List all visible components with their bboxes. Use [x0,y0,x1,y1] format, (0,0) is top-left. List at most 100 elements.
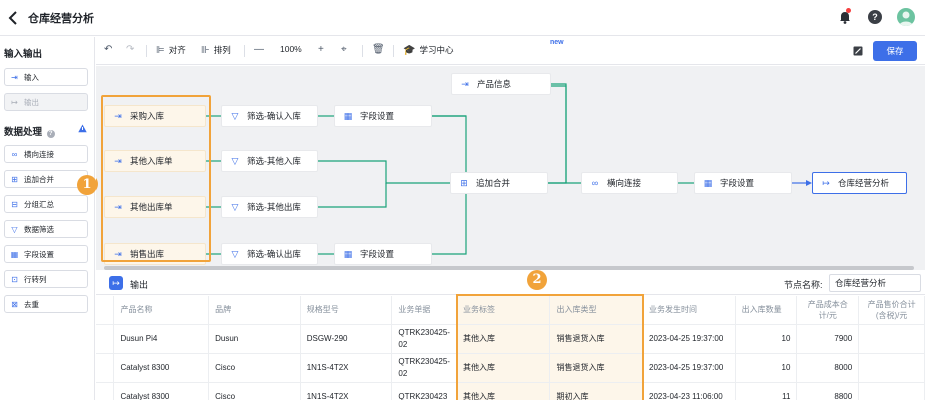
table-cell: 1N1S-4T2X [300,353,393,383]
flow-node-filter-confirm-out[interactable]: ▽ 筛选-确认出库 [221,243,318,265]
input-icon: ⇥ [114,155,122,166]
flow-node-purchase-in[interactable]: ⇥ 采购入库 [104,105,206,127]
app-header: 仓库经营分析 ? [0,0,925,36]
preview-icon[interactable] [853,46,863,56]
flow-node-product-info[interactable]: ⇥ 产品信息 [451,73,551,95]
output-icon: ↦ [109,276,123,290]
row-gutter [96,324,115,354]
toolbar-divider [362,45,363,57]
node-palette-sidebar: 输入输出 ⇥ 输入 ↦ 输出 数据处理 ? ∞ 横向连接 ⊞ 追加合并 ⊟ 分组… [0,37,95,400]
trash-icon: 🗑 [372,44,385,55]
flow-node-output[interactable]: ↦ 仓库经营分析 [812,172,907,194]
undo-button[interactable]: ↶ [104,44,112,55]
palette-item-append[interactable]: ⊞ 追加合并 [4,170,88,188]
help-icon[interactable]: ? [868,10,882,24]
input-icon: ⇥ [11,72,18,82]
flow-node-filter-other-out[interactable]: ▽ 筛选-其他出库 [221,196,318,218]
flow-node-append[interactable]: ⊞ 追加合并 [450,172,548,194]
back-arrow-icon[interactable] [6,9,22,27]
flow-node-other-out[interactable]: ⇥ 其他出库单 [104,196,206,218]
minus-icon: — [254,44,264,55]
column-header[interactable]: 出入库类型 [549,296,643,325]
flow-canvas[interactable]: ⇥ 采购入库 ⇥ 其他入库单 ⇥ 其他出库单 ⇥ 销售出库 ▽ 筛选-确认入库 ▽ 筛选-其… [96,66,925,270]
table-icon: ▦ [343,248,353,259]
column-header[interactable]: 业务标签 [456,296,551,325]
notification-dot [846,8,851,13]
align-button[interactable]: ⊫ 对齐 [156,44,186,56]
node-name-input[interactable] [829,274,921,292]
table-cell: Cisco [208,382,301,400]
table-cell: 销售退货入库 [549,353,643,383]
preview-table: 产品名称 品牌 规格型号 业务单据 业务标签 出入库类型 业务发生时间 出入库数… [96,296,925,400]
flow-node-filter-other-in[interactable]: ▽ 筛选-其他入库 [221,150,318,172]
flow-node-field-settings-1[interactable]: ▦ 字段设置 [334,105,432,127]
zoom-out-button[interactable]: — [254,44,264,55]
join-icon: ∞ [591,178,599,188]
zoom-level: 100% [280,44,302,54]
horizontal-scrollbar[interactable] [104,266,914,270]
palette-item-filter[interactable]: ▽ 数据筛选 [4,220,88,238]
column-header[interactable]: 产品成本合计/元 [796,296,860,325]
save-button[interactable]: 保存 [873,41,917,61]
learning-center-button[interactable]: 🎓 学习中心 [403,44,453,56]
input-icon: ⇥ [461,78,469,89]
plus-icon: + [318,44,324,55]
table-cell [858,324,925,354]
table-cell: 其他入库 [456,353,551,383]
filter-icon: ▽ [11,224,18,234]
column-header[interactable]: 业务发生时间 [642,296,736,325]
palette-item-input[interactable]: ⇥ 输入 [4,68,88,86]
table-cell: 2023-04-25 19:37:00 [642,353,736,383]
column-header[interactable]: 业务单据 [391,296,457,325]
warning-icon[interactable] [78,124,87,133]
palette-item-field-settings[interactable]: ▦ 字段设置 [4,245,88,263]
flow-node-field-settings-5[interactable]: ▦ 字段设置 [694,172,792,194]
palette-item-output[interactable]: ↦ 输出 [4,93,88,111]
section-title-process: 数据处理 ? [4,124,55,138]
page-title: 仓库经营分析 [28,13,94,25]
palette-item-join[interactable]: ∞ 横向连接 [4,145,88,163]
table-cell: 10 [735,353,798,383]
node-name-label: 节点名称: [784,280,823,290]
palette-item-group[interactable]: ⊟ 分组汇总 [4,195,88,213]
flow-node-field-settings-4[interactable]: ▦ 字段设置 [334,243,432,265]
join-icon: ∞ [11,149,18,159]
delete-button[interactable]: 🗑 [372,44,385,55]
flow-node-sales-out[interactable]: ⇥ 销售出库 [104,243,206,265]
flow-node-other-in[interactable]: ⇥ 其他入库单 [104,150,206,172]
table-cell: Dusun Pi4 [113,324,210,354]
input-icon: ⇥ [114,110,122,121]
column-header[interactable]: 产品售价合计(含税)/元 [858,296,925,325]
table-cell: 2023-04-25 19:37:00 [642,324,736,354]
table-cell: 7900 [796,324,860,354]
column-header[interactable]: 产品名称 [113,296,210,325]
table-header-row: 产品名称 品牌 规格型号 业务单据 业务标签 出入库类型 业务发生时间 出入库数… [96,296,925,325]
fit-view-button[interactable]: ⌖ [341,44,347,55]
palette-item-dedupe[interactable]: ⊠ 去重 [4,295,88,313]
input-icon: ⇥ [114,201,122,212]
flow-node-join[interactable]: ∞ 横向连接 [581,172,678,194]
zoom-in-button[interactable]: + [318,44,324,55]
annotation-badge-1: 1 [77,175,97,195]
column-header[interactable]: 品牌 [208,296,301,325]
group-icon: ⊟ [11,199,18,209]
column-header[interactable]: 出入库数量 [735,296,798,325]
table-cell: Catalyst 8300 [113,382,210,400]
table-row: Dusun Pi4 Dusun DSGW-290 QTRK230425-02 其… [96,324,925,354]
table-cell: 其他入库 [456,324,551,354]
table-cell: Cisco [208,353,301,383]
data-table: 产品名称 品牌 规格型号 业务单据 业务标签 出入库类型 业务发生时间 出入库数… [96,296,925,400]
table-cell: DSGW-290 [300,324,393,354]
arrange-button[interactable]: ⊪ 排列 [201,44,231,56]
redo-button[interactable]: ↷ [126,44,134,55]
new-badge: new [550,39,564,46]
align-icon: ⊫ [156,44,165,56]
flow-node-filter-confirm-in[interactable]: ▽ 筛选-确认入库 [221,105,318,127]
palette-item-pivot[interactable]: ⊡ 行转列 [4,270,88,288]
table-cell [858,382,925,400]
table-cell: QTRK230425-02 [391,353,457,383]
pivot-icon: ⊡ [11,274,18,284]
help-circle-icon[interactable]: ? [46,130,55,138]
avatar[interactable] [897,8,915,26]
column-header[interactable]: 规格型号 [300,296,393,325]
